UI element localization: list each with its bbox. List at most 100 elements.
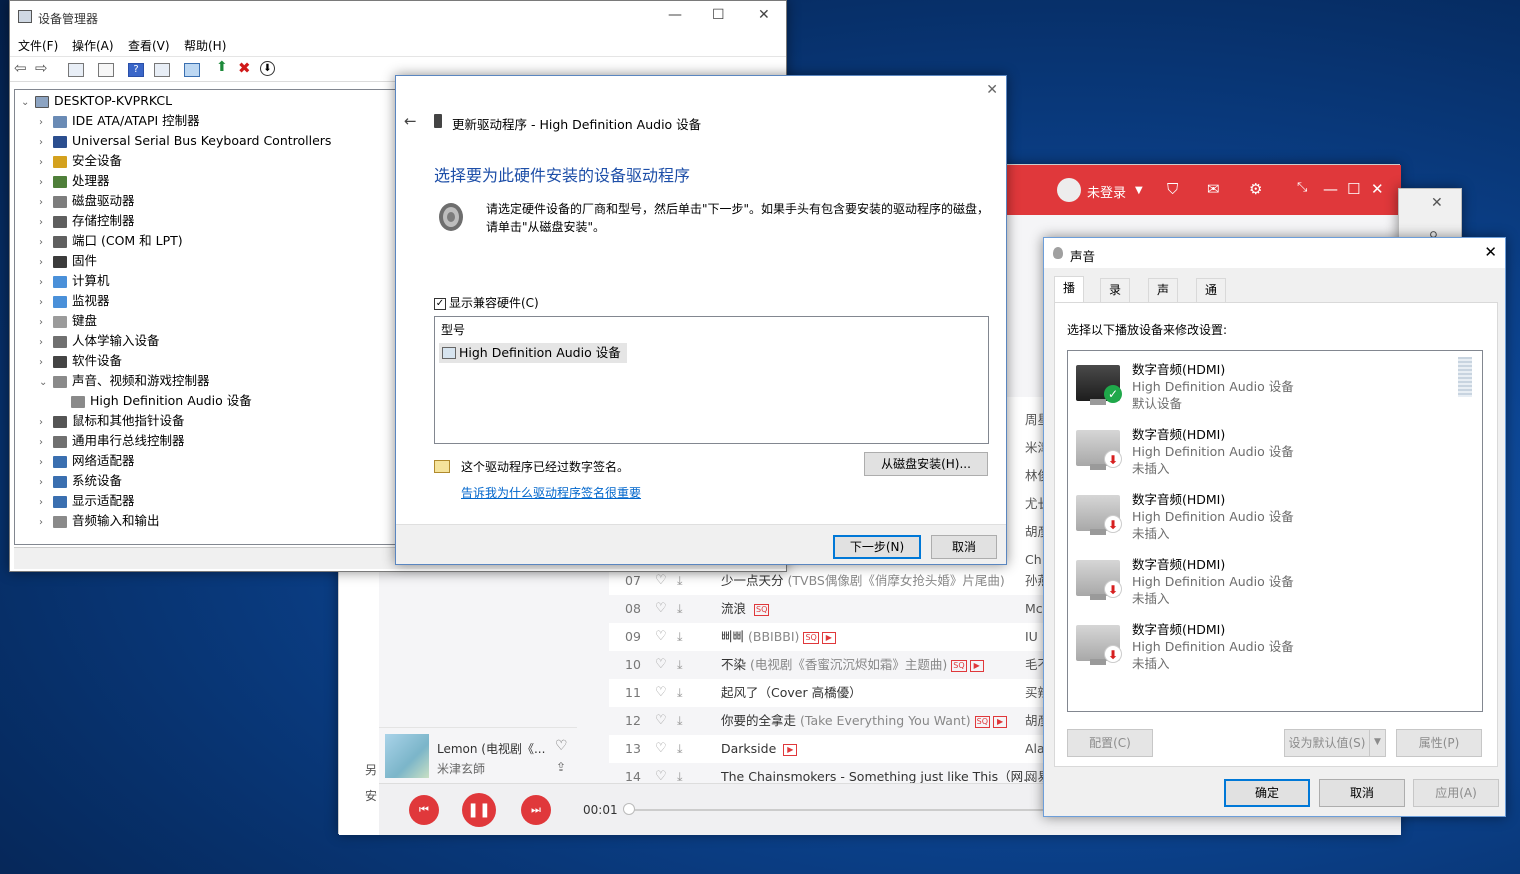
list-item[interactable]: High Definition Audio 设备 (439, 343, 627, 363)
song-artist[interactable]: Ala (1025, 735, 1045, 763)
next-button[interactable]: 下一步(N) (833, 535, 921, 559)
checkbox-label[interactable]: 显示兼容硬件(C) (449, 296, 539, 310)
chevron-right-icon[interactable]: › (39, 193, 53, 213)
chevron-right-icon[interactable]: › (39, 153, 53, 173)
mv-icon[interactable]: ▶ (783, 743, 798, 756)
playback-device[interactable]: ✓ 数字音频(HDMI) High Definition Audio 设备 默认设备 (1072, 355, 1462, 419)
have-disk-button[interactable]: 从磁盘安装(H)... (864, 452, 988, 476)
menu-help[interactable]: 帮助(H) (184, 37, 226, 54)
song-title[interactable]: 不染 (电视剧《香蜜沉沉烬如霜》主题曲) SQ ▶ (721, 651, 984, 679)
tree-node[interactable]: › 系统设备 (39, 471, 122, 491)
chevron-right-icon[interactable]: › (39, 253, 53, 273)
now-playing[interactable]: Lemon (电视剧《... 米津玄師 ♡ ⇪ (379, 727, 577, 783)
close-icon[interactable]: ✕ (1431, 195, 1443, 211)
minimize-icon[interactable]: — (668, 7, 682, 23)
document-icon[interactable] (98, 63, 114, 77)
playback-device[interactable]: ⬇ 数字音频(HDMI) High Definition Audio 设备 未插入 (1072, 420, 1462, 484)
tab-sounds[interactable]: 声音 (1148, 278, 1179, 319)
now-playing-title[interactable]: Lemon (电视剧《... (437, 740, 545, 757)
tree-node[interactable]: › 计算机 (39, 271, 110, 291)
heart-icon[interactable]: ♡ (555, 738, 568, 754)
song-title[interactable]: Darkside ▶ (721, 735, 798, 763)
tab-playback[interactable]: 播放 (1054, 276, 1085, 317)
song-title[interactable]: 삐삐 (BBIBBI) SQ ▶ (721, 623, 836, 651)
tree-leaf[interactable]: High Definition Audio 设备 (71, 391, 252, 411)
playback-device[interactable]: ⬇ 数字音频(HDMI) High Definition Audio 设备 未插入 (1072, 485, 1462, 549)
pause-button[interactable]: ❚❚ (462, 793, 496, 827)
scan-monitor-icon[interactable] (184, 63, 200, 77)
show-compatible-checkbox[interactable]: ✓ 显示兼容硬件(C) (434, 294, 539, 311)
tree-node[interactable]: › 端口 (COM 和 LPT) (39, 231, 183, 251)
close-icon[interactable]: ✕ (758, 7, 770, 23)
checkbox-check-icon[interactable]: ✓ (434, 297, 446, 310)
song-artist[interactable]: IU (1025, 623, 1038, 651)
configure-button[interactable]: 配置(C) (1067, 729, 1153, 757)
playback-device[interactable]: ⬇ 数字音频(HDMI) High Definition Audio 设备 未插入 (1072, 550, 1462, 614)
chevron-right-icon[interactable]: › (39, 113, 53, 133)
tree-node[interactable]: › 显示适配器 (39, 491, 135, 511)
ok-button[interactable]: 确定 (1224, 779, 1310, 807)
cancel-button[interactable]: 取消 (1319, 779, 1405, 807)
now-playing-artist[interactable]: 米津玄師 (437, 760, 485, 777)
properties-button[interactable]: 属性(P) (1396, 729, 1482, 757)
chevron-right-icon[interactable]: › (39, 173, 53, 193)
maximize-icon[interactable]: ☐ (1347, 180, 1360, 198)
back-arrow-icon[interactable]: ⇦ (14, 59, 30, 77)
login-label[interactable]: 未登录 (1087, 182, 1126, 201)
download-icon[interactable]: ⤓ (677, 595, 683, 623)
user-avatar[interactable] (1057, 178, 1081, 202)
song-title[interactable]: 你要的全拿走 (Take Everything You Want) SQ ▶ (721, 707, 1008, 735)
set-default-button[interactable]: 设为默认值(S) (1284, 729, 1370, 757)
tree-node[interactable]: › 固件 (39, 251, 97, 271)
settings-gear-icon[interactable]: ⚙ (1249, 180, 1262, 198)
download-icon[interactable]: ⤓ (677, 623, 683, 651)
album-cover[interactable] (385, 734, 429, 778)
minimize-icon[interactable]: — (1323, 180, 1338, 198)
chevron-down-icon[interactable]: ▼ (1369, 729, 1386, 757)
download-icon[interactable]: ⤓ (677, 707, 683, 735)
menu-view[interactable]: 查看(V) (128, 37, 170, 54)
heart-icon[interactable]: ♡ (655, 707, 667, 735)
song-title[interactable]: 起风了（Cover 高橋優） (721, 679, 862, 707)
tree-node[interactable]: › 鼠标和其他指针设备 (39, 411, 185, 431)
chevron-right-icon[interactable]: › (39, 453, 53, 473)
mv-icon[interactable]: ▶ (821, 631, 836, 644)
tree-node[interactable]: › IDE ATA/ATAPI 控制器 (39, 111, 200, 131)
download-icon[interactable]: ⤓ (677, 651, 683, 679)
download-icon[interactable]: ⤓ (677, 735, 683, 763)
chevron-down-icon[interactable]: ▼ (1135, 185, 1143, 196)
heart-icon[interactable]: ♡ (655, 679, 667, 707)
download-icon[interactable]: ⤓ (677, 679, 683, 707)
help-icon[interactable]: ? (128, 63, 144, 77)
maximize-icon[interactable]: ☐ (712, 7, 725, 23)
share-icon[interactable]: ⇪ (556, 760, 566, 774)
back-arrow-icon[interactable]: ← (404, 112, 417, 130)
song-title[interactable]: 流浪 SQ (721, 595, 770, 623)
close-icon[interactable]: ✕ (1484, 243, 1497, 261)
update-driver-icon[interactable]: ⬆ (216, 59, 232, 75)
tree-node[interactable]: › 监视器 (39, 291, 110, 311)
mv-icon[interactable]: ▶ (993, 715, 1008, 728)
mini-mode-icon[interactable]: ⤡ (1297, 180, 1307, 195)
tree-node[interactable]: › 处理器 (39, 171, 110, 191)
progress-knob[interactable] (623, 803, 635, 815)
heart-icon[interactable]: ♡ (655, 651, 667, 679)
heart-icon[interactable]: ♡ (655, 595, 667, 623)
tree-node[interactable]: › 安全设备 (39, 151, 122, 171)
tree-node[interactable]: › 通用串行总线控制器 (39, 431, 185, 451)
tab-communications[interactable]: 通信 (1196, 278, 1227, 319)
chevron-down-icon[interactable]: ⌄ (21, 93, 35, 113)
cancel-button[interactable]: 取消 (931, 535, 997, 559)
menu-action[interactable]: 操作(A) (72, 37, 114, 54)
download-driver-icon[interactable]: ⬇ (260, 61, 275, 76)
next-button[interactable]: ⏭ (521, 795, 551, 825)
properties-view-icon[interactable] (68, 63, 84, 77)
chevron-right-icon[interactable]: › (39, 233, 53, 253)
close-icon[interactable]: ✕ (986, 82, 998, 98)
tree-node[interactable]: › 存储控制器 (39, 211, 135, 231)
chevron-right-icon[interactable]: › (39, 493, 53, 513)
mv-icon[interactable]: ▶ (969, 659, 984, 672)
chevron-right-icon[interactable]: › (39, 273, 53, 293)
mail-icon[interactable]: ✉ (1207, 180, 1220, 198)
heart-icon[interactable]: ♡ (655, 623, 667, 651)
